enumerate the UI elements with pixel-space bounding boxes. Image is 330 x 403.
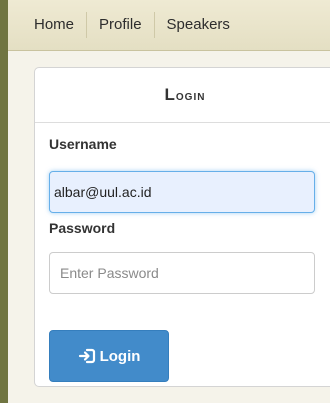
login-title-initial: L	[164, 85, 176, 104]
nav-item-profile[interactable]: Profile	[87, 0, 154, 50]
password-field[interactable]	[49, 252, 315, 294]
login-title-rest: ogin	[175, 87, 206, 103]
password-label: Password	[49, 220, 116, 236]
page: Home Profile Speakers Login Username Pas…	[8, 0, 330, 403]
username-field[interactable]	[49, 171, 315, 213]
sign-in-icon	[78, 347, 96, 365]
login-panel-title: Login	[35, 68, 330, 123]
nav-item-speakers[interactable]: Speakers	[155, 0, 242, 50]
nav-item-home[interactable]: Home	[8, 0, 86, 50]
username-label: Username	[49, 136, 117, 152]
top-navbar: Home Profile Speakers	[8, 0, 330, 51]
login-panel: Login Username Password Login	[34, 67, 330, 387]
login-button-label: Login	[99, 347, 141, 365]
login-button[interactable]: Login	[49, 330, 169, 382]
